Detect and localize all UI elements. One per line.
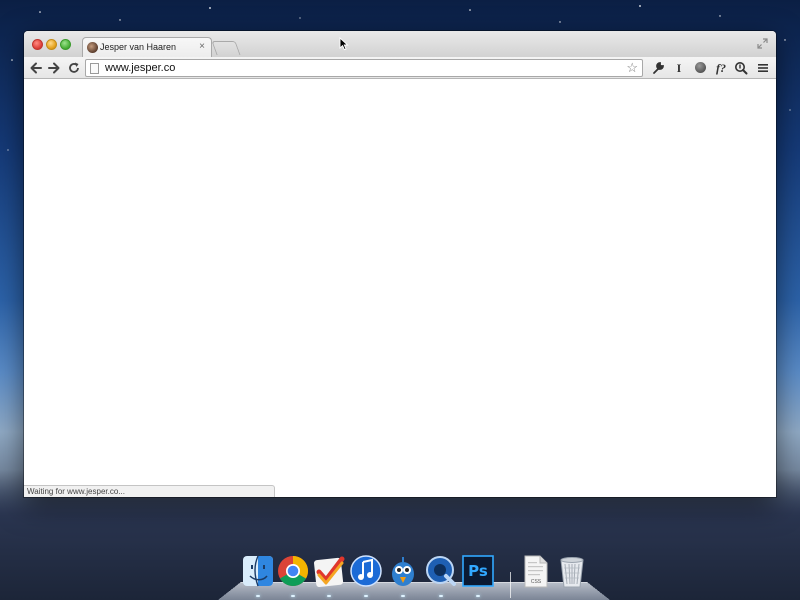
circle-extension-icon[interactable] (692, 60, 708, 76)
status-bubble: Waiting for www.jesper.co... (24, 485, 275, 497)
new-tab-button[interactable] (211, 41, 241, 55)
wunderlist-icon[interactable] (312, 553, 346, 589)
css-document-icon[interactable]: CSS (518, 553, 552, 589)
title-bar[interactable]: Jesper van Haaren × (24, 31, 776, 58)
itunes-icon[interactable] (349, 553, 383, 589)
minimize-window-button[interactable] (46, 39, 57, 50)
trash-icon[interactable] (555, 553, 589, 589)
ibeam-icon[interactable]: I (671, 60, 687, 76)
photoshop-icon[interactable]: Ps (461, 553, 495, 589)
tweetbot-icon[interactable] (386, 553, 420, 589)
finder-icon[interactable] (241, 553, 275, 589)
address-bar[interactable]: www.jesper.co ☆ (85, 59, 643, 77)
mouse-cursor-icon (339, 37, 349, 51)
quicktime-running-indicator (439, 595, 443, 597)
browser-toolbar: www.jesper.co ☆ I f? (24, 57, 776, 79)
tab-favicon-icon (87, 42, 98, 53)
page-icon (90, 63, 99, 74)
forward-icon[interactable] (46, 60, 62, 76)
page-viewport[interactable] (24, 80, 776, 497)
back-icon[interactable] (28, 60, 44, 76)
magnifier-extension-icon[interactable] (733, 60, 749, 76)
quicktime-icon[interactable] (424, 553, 458, 589)
wunderlist-running-indicator (327, 595, 331, 597)
menu-icon[interactable] (755, 60, 771, 76)
url-text[interactable]: www.jesper.co (105, 62, 175, 74)
browser-tab[interactable]: Jesper van Haaren × (82, 37, 212, 58)
fullscreen-icon[interactable] (757, 38, 768, 49)
tweetbot-running-indicator (401, 595, 405, 597)
bookmark-star-icon[interactable]: ☆ (626, 61, 638, 75)
dock-divider (510, 572, 511, 598)
close-window-button[interactable] (32, 39, 43, 50)
status-text: Waiting for www.jesper.co... (27, 487, 125, 496)
reload-icon[interactable] (66, 60, 82, 76)
browser-window: Jesper van Haaren × www.jesper.co ☆ I f?… (24, 31, 776, 497)
finder-running-indicator (256, 595, 260, 597)
zoom-window-button[interactable] (60, 39, 71, 50)
chrome-icon[interactable] (276, 553, 310, 589)
photoshop-label: Ps (468, 562, 488, 580)
tab-title: Jesper van Haaren (100, 42, 177, 52)
whatfont-icon[interactable]: f? (711, 60, 731, 76)
css-document-label: CSS (530, 579, 542, 585)
tab-close-button[interactable]: × (199, 41, 205, 53)
wrench-icon[interactable] (650, 60, 666, 76)
itunes-running-indicator (364, 595, 368, 597)
chrome-running-indicator (291, 595, 295, 597)
photoshop-running-indicator (476, 595, 480, 597)
